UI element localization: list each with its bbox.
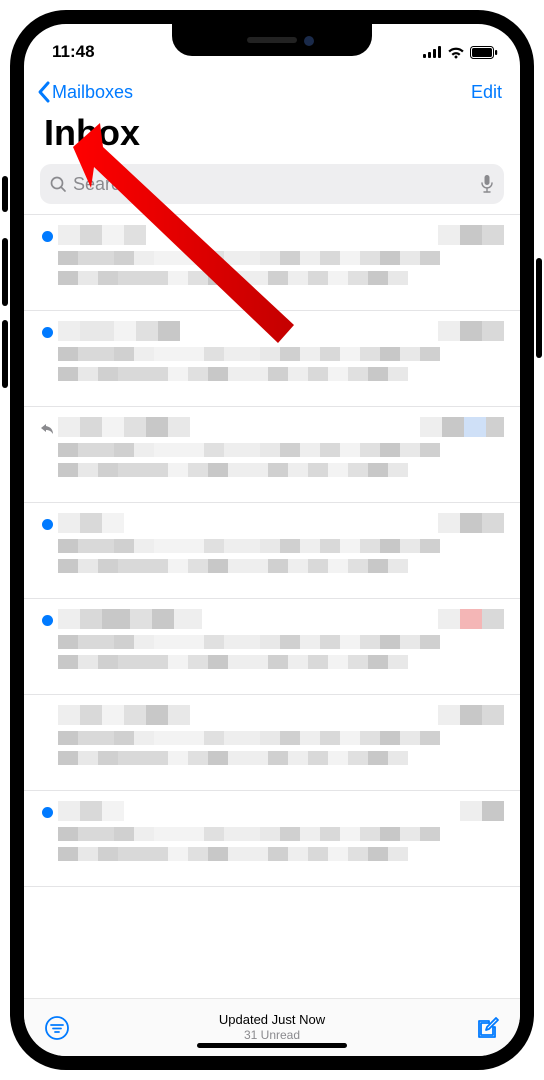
status-line1: Updated Just Now xyxy=(219,1012,325,1028)
unread-dot-icon xyxy=(42,615,53,626)
battery-icon xyxy=(470,46,498,59)
message-row[interactable] xyxy=(24,407,520,503)
status-icons xyxy=(423,46,498,59)
message-list[interactable] xyxy=(24,214,520,998)
cellular-icon xyxy=(423,46,442,58)
phone-frame: 11:48 Mailboxes Edit Inbox Search xyxy=(10,10,534,1070)
edit-button[interactable]: Edit xyxy=(471,82,502,103)
chevron-left-icon xyxy=(34,80,52,104)
unread-dot-icon xyxy=(42,231,53,242)
message-row[interactable] xyxy=(24,503,520,599)
home-indicator[interactable] xyxy=(197,1043,347,1048)
back-button[interactable]: Mailboxes xyxy=(34,80,133,104)
update-status: Updated Just Now 31 Unread xyxy=(219,1012,325,1043)
unread-dot-icon xyxy=(42,327,53,338)
filter-icon[interactable] xyxy=(44,1015,70,1041)
reply-icon xyxy=(40,423,54,435)
back-label: Mailboxes xyxy=(52,82,133,103)
nav-bar: Mailboxes Edit xyxy=(24,70,520,108)
wifi-icon xyxy=(447,46,465,59)
status-line2: 31 Unread xyxy=(219,1028,325,1043)
search-placeholder: Search xyxy=(73,174,130,195)
dictation-icon[interactable] xyxy=(480,174,494,194)
search-input[interactable]: Search xyxy=(40,164,504,204)
search-icon xyxy=(50,176,67,193)
message-row[interactable] xyxy=(24,311,520,407)
message-row[interactable] xyxy=(24,695,520,791)
compose-icon[interactable] xyxy=(474,1015,500,1041)
notch xyxy=(172,24,372,56)
unread-dot-icon xyxy=(42,807,53,818)
message-row[interactable] xyxy=(24,791,520,887)
message-row[interactable] xyxy=(24,599,520,695)
page-title: Inbox xyxy=(24,108,520,164)
unread-dot-icon xyxy=(42,519,53,530)
message-row[interactable] xyxy=(24,215,520,311)
status-time: 11:48 xyxy=(52,42,95,62)
